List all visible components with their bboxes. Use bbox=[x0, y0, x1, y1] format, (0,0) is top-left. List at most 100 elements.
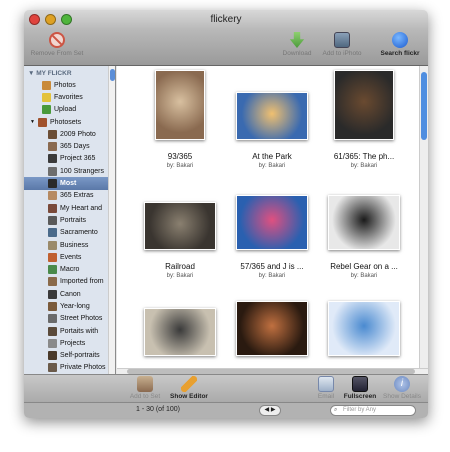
sidebar-item-label: Upload bbox=[54, 106, 77, 114]
thumb-icon bbox=[48, 301, 57, 311]
sidebar-item[interactable]: Canon bbox=[24, 288, 115, 300]
star-icon bbox=[42, 92, 51, 102]
sidebar-item[interactable]: Imported from bbox=[24, 276, 115, 288]
fullscreen-label: Fullscreen bbox=[343, 393, 377, 400]
close-window-button[interactable] bbox=[29, 14, 40, 25]
photo-thumbnail[interactable]: 57/365 and J is ... by: Bakari bbox=[227, 180, 317, 279]
email-button[interactable]: Email bbox=[314, 376, 338, 400]
page-navigation-control[interactable]: ◀ ▶ bbox=[259, 405, 281, 416]
sidebar-item-label: 365 Days bbox=[60, 143, 90, 151]
sidebar-item-label: Favorites bbox=[54, 93, 83, 101]
sidebar-item[interactable]: ▼ Photosets bbox=[24, 116, 115, 128]
sidebar-item[interactable]: 365 Days bbox=[24, 140, 115, 152]
search-icon bbox=[392, 32, 408, 48]
filter-search-field[interactable]: ⌕ Filter by Any bbox=[330, 405, 416, 416]
photo-thumbnail[interactable]: At the Park by: Bakari bbox=[227, 70, 317, 169]
photo-image[interactable] bbox=[236, 301, 308, 356]
sidebar-item-label: Business bbox=[60, 241, 89, 249]
thumb-icon bbox=[48, 252, 57, 262]
sidebar-item[interactable]: 365 Extras bbox=[24, 190, 115, 202]
sidebar-item[interactable]: Photos bbox=[24, 79, 115, 91]
grid-scroll-knob[interactable] bbox=[421, 72, 427, 140]
download-button[interactable]: Download bbox=[280, 32, 314, 57]
show-editor-button[interactable]: Show Editor bbox=[166, 376, 212, 400]
sidebar-item-label: Canon bbox=[60, 290, 81, 298]
sidebar-item-label: 100 Strangers bbox=[60, 167, 104, 175]
sidebar-item[interactable]: Street Photos bbox=[24, 313, 115, 325]
sidebar-item[interactable]: Portaits with bbox=[24, 325, 115, 337]
sidebar-item[interactable]: My Heart and bbox=[24, 202, 115, 214]
remove-from-set-button[interactable]: Remove From Set bbox=[28, 32, 86, 57]
sidebar-item[interactable]: Most bbox=[24, 177, 115, 190]
window-title: flickery bbox=[210, 14, 242, 25]
photo-image[interactable] bbox=[328, 301, 400, 356]
toolbar: Remove From Set Download Add to iPhoto S… bbox=[24, 30, 428, 66]
sidebar-list: Photos Favorites Upload ▼ Photosets 2009 Phot… bbox=[24, 79, 115, 382]
sidebar-item[interactable]: 100 Strangers bbox=[24, 165, 115, 177]
photo-author: by: Bakari bbox=[258, 163, 286, 169]
sidebar-item-label: Macro bbox=[60, 266, 80, 274]
thumb-icon bbox=[48, 351, 57, 361]
photo-image[interactable] bbox=[236, 92, 308, 140]
window-controls bbox=[29, 14, 72, 25]
zoom-window-button[interactable] bbox=[61, 14, 72, 25]
photo-thumbnail[interactable]: 61/365: The ph... by: Bakari bbox=[319, 70, 409, 169]
thumb-icon bbox=[48, 142, 57, 152]
sidebar-header[interactable]: ▼ MY FLICKR bbox=[24, 66, 115, 79]
sidebar-item[interactable]: 2009 Photo bbox=[24, 128, 115, 140]
sidebar-item-label: 2009 Photo bbox=[60, 130, 96, 138]
sidebar-item-label: Most bbox=[60, 180, 77, 188]
sidebar-item-label: Private Photos bbox=[60, 364, 106, 372]
sidebar-item[interactable]: Portraits bbox=[24, 214, 115, 226]
upload-icon bbox=[42, 105, 51, 115]
sidebar-item[interactable]: Projects bbox=[24, 337, 115, 349]
sidebar-item[interactable]: Business bbox=[24, 239, 115, 251]
add-to-set-button[interactable]: Add to Set bbox=[128, 376, 162, 400]
photo-author: by: Bakari bbox=[166, 163, 194, 169]
sidebar-item[interactable]: Macro bbox=[24, 263, 115, 275]
sidebar-item[interactable]: Sacramento bbox=[24, 227, 115, 239]
sidebar-item[interactable]: Year-long bbox=[24, 300, 115, 312]
photo-image[interactable] bbox=[155, 70, 205, 140]
thumb-icon bbox=[48, 191, 57, 201]
grid-vertical-scrollbar[interactable] bbox=[419, 66, 428, 368]
sidebar-item[interactable]: Private Photos bbox=[24, 362, 115, 374]
photo-image[interactable] bbox=[236, 195, 308, 250]
sidebar-item-label: Photos bbox=[54, 81, 76, 89]
sidebar-item-label: Portraits bbox=[60, 216, 87, 224]
photo-image[interactable] bbox=[328, 195, 400, 250]
sidebar-item-label: Projects bbox=[60, 339, 86, 347]
disclosure-triangle-icon[interactable]: ▼ bbox=[30, 119, 35, 125]
sidebar-item[interactable]: Upload bbox=[24, 104, 115, 116]
show-details-label: Show Details bbox=[383, 393, 421, 400]
sidebar-scrollbar[interactable] bbox=[108, 66, 115, 382]
minimize-window-button[interactable] bbox=[45, 14, 56, 25]
sidebar-item[interactable]: Project 365 bbox=[24, 153, 115, 165]
show-details-button[interactable]: i Show Details bbox=[380, 376, 424, 400]
photo-thumbnail[interactable]: 93/365 by: Bakari bbox=[135, 70, 225, 169]
sidebar-item[interactable]: Self-portraits bbox=[24, 350, 115, 362]
photo-thumbnail[interactable]: Rebel Gear on a ... by: Bakari bbox=[319, 180, 409, 279]
photo-grid: 93/365 by: Bakari At the Park by: Bakari 61/… bbox=[117, 66, 428, 385]
sidebar-item[interactable]: Events bbox=[24, 251, 115, 263]
title-bar[interactable]: flickery bbox=[24, 10, 428, 30]
sidebar-scroll-knob[interactable] bbox=[110, 69, 115, 81]
thumb-icon bbox=[48, 289, 57, 299]
add-to-iphoto-button[interactable]: Add to iPhoto bbox=[318, 32, 366, 57]
photo-author: by: Bakari bbox=[350, 163, 378, 169]
photo-image[interactable] bbox=[144, 202, 216, 250]
add-to-set-icon bbox=[137, 376, 153, 392]
iphoto-icon bbox=[334, 32, 350, 48]
fullscreen-icon bbox=[352, 376, 368, 392]
sidebar-item-label: My Heart and bbox=[60, 204, 103, 212]
thumb-icon bbox=[48, 277, 57, 287]
search-flickr-button[interactable]: Search flickr bbox=[376, 32, 424, 57]
fullscreen-button[interactable]: Fullscreen bbox=[342, 376, 378, 400]
photo-image[interactable] bbox=[334, 70, 394, 140]
thumb-icon bbox=[48, 265, 57, 275]
sidebar-item[interactable]: Favorites bbox=[24, 91, 115, 103]
sidebar-item-label: Events bbox=[60, 253, 82, 261]
photo-image[interactable] bbox=[144, 308, 216, 356]
search-flickr-label: Search flickr bbox=[380, 50, 420, 57]
photo-thumbnail[interactable]: Railroad by: Bakari bbox=[135, 180, 225, 279]
